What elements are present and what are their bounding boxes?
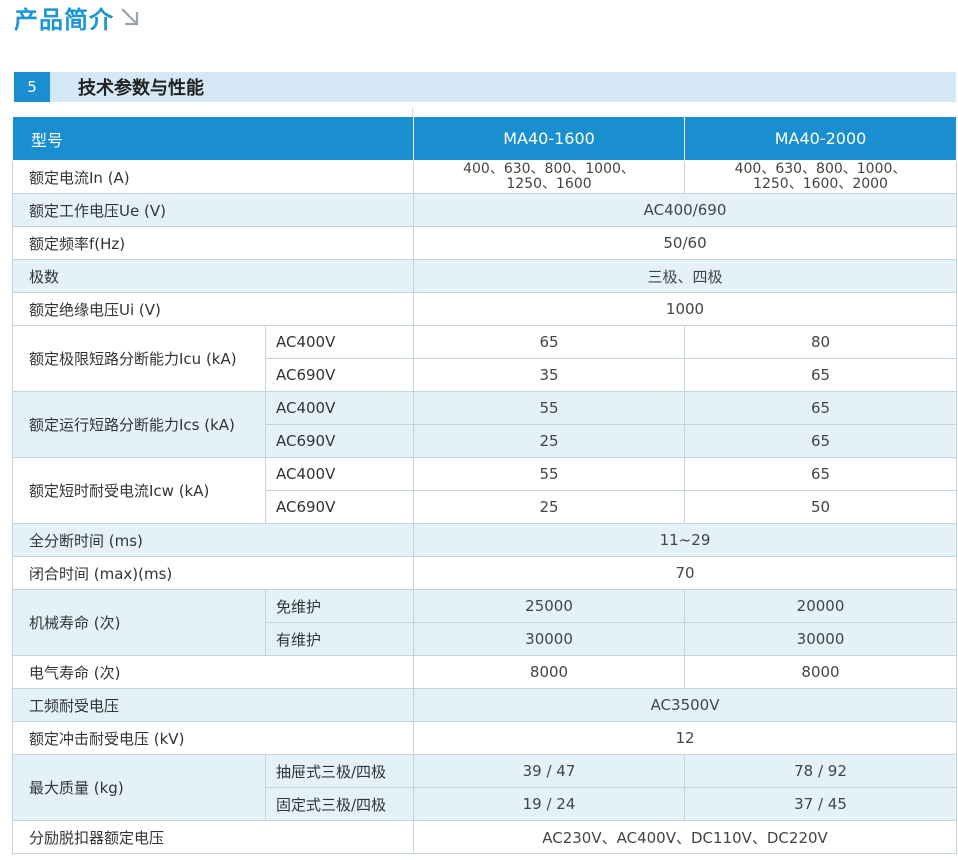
cell-value: 8000 [684,655,958,689]
spec-table: 型号 MA40-1600 MA40-2000 额定电流In (A) 400、63… [11,116,958,854]
cell-value: 25000 [413,589,686,623]
cell-value: 70 [413,556,958,590]
header-label: 型号 [11,116,415,161]
cell-value: 11~29 [413,523,958,557]
row-label: 电气寿命 (次) [11,655,415,689]
page-header: 产品简介 [14,0,142,34]
row-label: 额定绝缘电压Ui (V) [11,292,415,326]
row-label: 分励脱扣器额定电压 [11,820,415,854]
row-label: 极数 [11,259,415,293]
sub-label: 免维护 [264,589,415,623]
cell-value: 30000 [413,622,686,656]
arrow-down-right-icon [121,8,139,26]
table-row: 额定电流In (A) 400、630、800、1000、 1250、1600 40… [11,160,958,194]
cell-value: 39 / 47 [413,754,686,788]
table-row: 额定极限短路分断能力Icu (kA) AC400V 65 80 [12,325,958,392]
row-label: 额定短时耐受电流Icw (kA) [12,457,266,524]
table-row: 电气寿命 (次) 8000 8000 [11,655,958,689]
cell-value: 400、630、800、1000、 1250、1600 [413,160,686,194]
cell-value: 55 [413,391,686,425]
table-row: 额定绝缘电压Ui (V) 1000 [11,292,958,326]
cell-value: 65 [684,391,958,425]
cell-value: 78 / 92 [684,754,958,788]
table-row: 极数 三极、四极 [11,259,958,293]
cell-value: 8000 [413,655,686,689]
table-row: 机械寿命 (次) 免维护 25000 20000 [12,589,958,656]
row-label: 额定工作电压Ue (V) [11,193,415,227]
section-number: 5 [14,72,50,102]
cell-value: 65 [413,325,686,359]
page-title: 产品简介 [14,5,114,34]
cell-value: AC3500V [413,688,958,722]
cell-value: 65 [684,457,958,491]
row-label: 额定频率f(Hz) [11,226,415,260]
cell-value: 50/60 [413,226,958,260]
cell-value: 三极、四极 [413,259,958,293]
header-model-1: MA40-1600 [413,116,686,161]
cell-value: 25 [413,424,686,458]
table-row: 工频耐受电压 AC3500V [11,688,958,722]
cell-value: 55 [413,457,686,491]
cell-value: 50 [684,490,958,524]
cell-line: 400、630、800、1000、 [463,161,635,177]
cell-value: 30000 [684,622,958,656]
cell-line: 1250、1600、2000 [753,176,888,192]
cell-value: 20000 [684,589,958,623]
sub-label: AC690V [264,358,415,392]
cell-value: 80 [684,325,958,359]
sub-label: 有维护 [264,622,415,656]
sub-label: AC400V [264,325,415,359]
cell-value: 35 [413,358,686,392]
sub-label: 抽屉式三极/四极 [264,754,415,788]
header-model-2: MA40-2000 [684,116,958,161]
cell-value: 65 [684,358,958,392]
cell-value: 25 [413,490,686,524]
divider [412,108,413,116]
cell-value: 37 / 45 [684,787,958,821]
cell-value: 400、630、800、1000、 1250、1600、2000 [684,160,958,194]
table-row: 额定频率f(Hz) 50/60 [11,226,958,260]
cell-value: AC230V、AC400V、DC110V、DC220V [413,820,958,854]
cell-line: 1250、1600 [506,176,592,192]
sub-label: 固定式三极/四极 [264,787,415,821]
row-label: 闭合时间 (max)(ms) [11,556,415,590]
sub-label: AC690V [264,490,415,524]
table-row: 最大质量 (kg) 抽屉式三极/四极 39 / 47 78 / 92 [12,754,958,821]
table-row: 闭合时间 (max)(ms) 70 [11,556,958,590]
cell-value: 19 / 24 [413,787,686,821]
table-row: 额定运行短路分断能力Ics (kA) AC400V 55 65 [12,391,958,458]
sub-label: AC690V [264,424,415,458]
cell-line: 400、630、800、1000、 [734,161,907,177]
row-label: 额定电流In (A) [11,160,415,194]
row-label: 机械寿命 (次) [12,589,266,656]
cell-value: 1000 [413,292,958,326]
row-label: 工频耐受电压 [11,688,415,722]
sub-label: AC400V [264,457,415,491]
section-title: 技术参数与性能 [78,78,204,99]
row-label: 全分断时间 (ms) [11,523,415,557]
table-row: 全分断时间 (ms) 11~29 [11,523,958,557]
table-row: 分励脱扣器额定电压 AC230V、AC400V、DC110V、DC220V [11,820,958,854]
cell-value: 65 [684,424,958,458]
table-header-row: 型号 MA40-1600 MA40-2000 [11,116,958,161]
row-label: 额定冲击耐受电压 (kV) [11,721,415,755]
sub-label: AC400V [264,391,415,425]
table-row: 额定冲击耐受电压 (kV) 12 [11,721,958,755]
row-label: 最大质量 (kg) [12,754,266,821]
table-row: 额定工作电压Ue (V) AC400/690 [11,193,958,227]
row-label: 额定极限短路分断能力Icu (kA) [12,325,266,392]
cell-value: 12 [413,721,958,755]
cell-value: AC400/690 [413,193,958,227]
table-row: 额定短时耐受电流Icw (kA) AC400V 55 65 [12,457,958,524]
row-label: 额定运行短路分断能力Ics (kA) [12,391,266,458]
